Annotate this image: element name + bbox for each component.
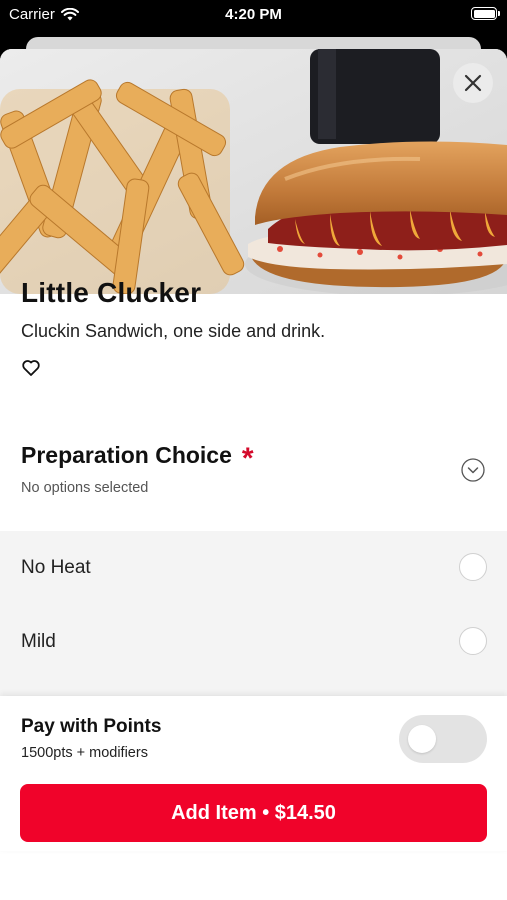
item-info: Little Clucker Cluckin Sandwich, one sid… bbox=[21, 277, 487, 378]
required-marker: * bbox=[241, 442, 254, 475]
add-item-button[interactable]: Add Item • $14.50 bbox=[20, 784, 487, 842]
points-cost: 1500pts + modifiers bbox=[21, 745, 148, 761]
preparation-status: No options selected bbox=[21, 480, 149, 496]
preparation-title: Preparation Choice bbox=[21, 441, 232, 468]
pay-with-points-title: Pay with Points bbox=[21, 716, 162, 737]
option-mild[interactable]: Mild bbox=[0, 605, 507, 679]
heart-icon bbox=[22, 360, 40, 376]
item-description: Cluckin Sandwich, one side and drink. bbox=[21, 321, 326, 341]
close-icon bbox=[464, 74, 482, 92]
food-photo bbox=[0, 49, 507, 294]
close-button[interactable] bbox=[453, 63, 493, 103]
hero-image bbox=[0, 49, 507, 294]
status-time: 4:20 PM bbox=[225, 6, 282, 23]
preparation-section[interactable]: Preparation Choice * No options selected bbox=[21, 440, 487, 496]
radio-button[interactable] bbox=[459, 553, 487, 581]
option-label: Mild bbox=[21, 631, 56, 652]
chevron-down-icon[interactable] bbox=[461, 458, 485, 482]
battery-icon bbox=[471, 7, 500, 20]
checkout-footer: Pay with Points 1500pts + modifiers Add … bbox=[0, 696, 507, 851]
preparation-options: No Heat Mild bbox=[0, 531, 507, 696]
option-no-heat[interactable]: No Heat bbox=[0, 531, 507, 605]
pay-with-points-toggle[interactable] bbox=[399, 715, 487, 763]
option-label: No Heat bbox=[21, 557, 91, 578]
favorite-button[interactable] bbox=[21, 358, 41, 378]
toggle-knob bbox=[408, 725, 436, 753]
item-title: Little Clucker bbox=[21, 277, 202, 308]
radio-button[interactable] bbox=[459, 627, 487, 655]
status-bar: Carrier 4:20 PM bbox=[0, 0, 507, 30]
